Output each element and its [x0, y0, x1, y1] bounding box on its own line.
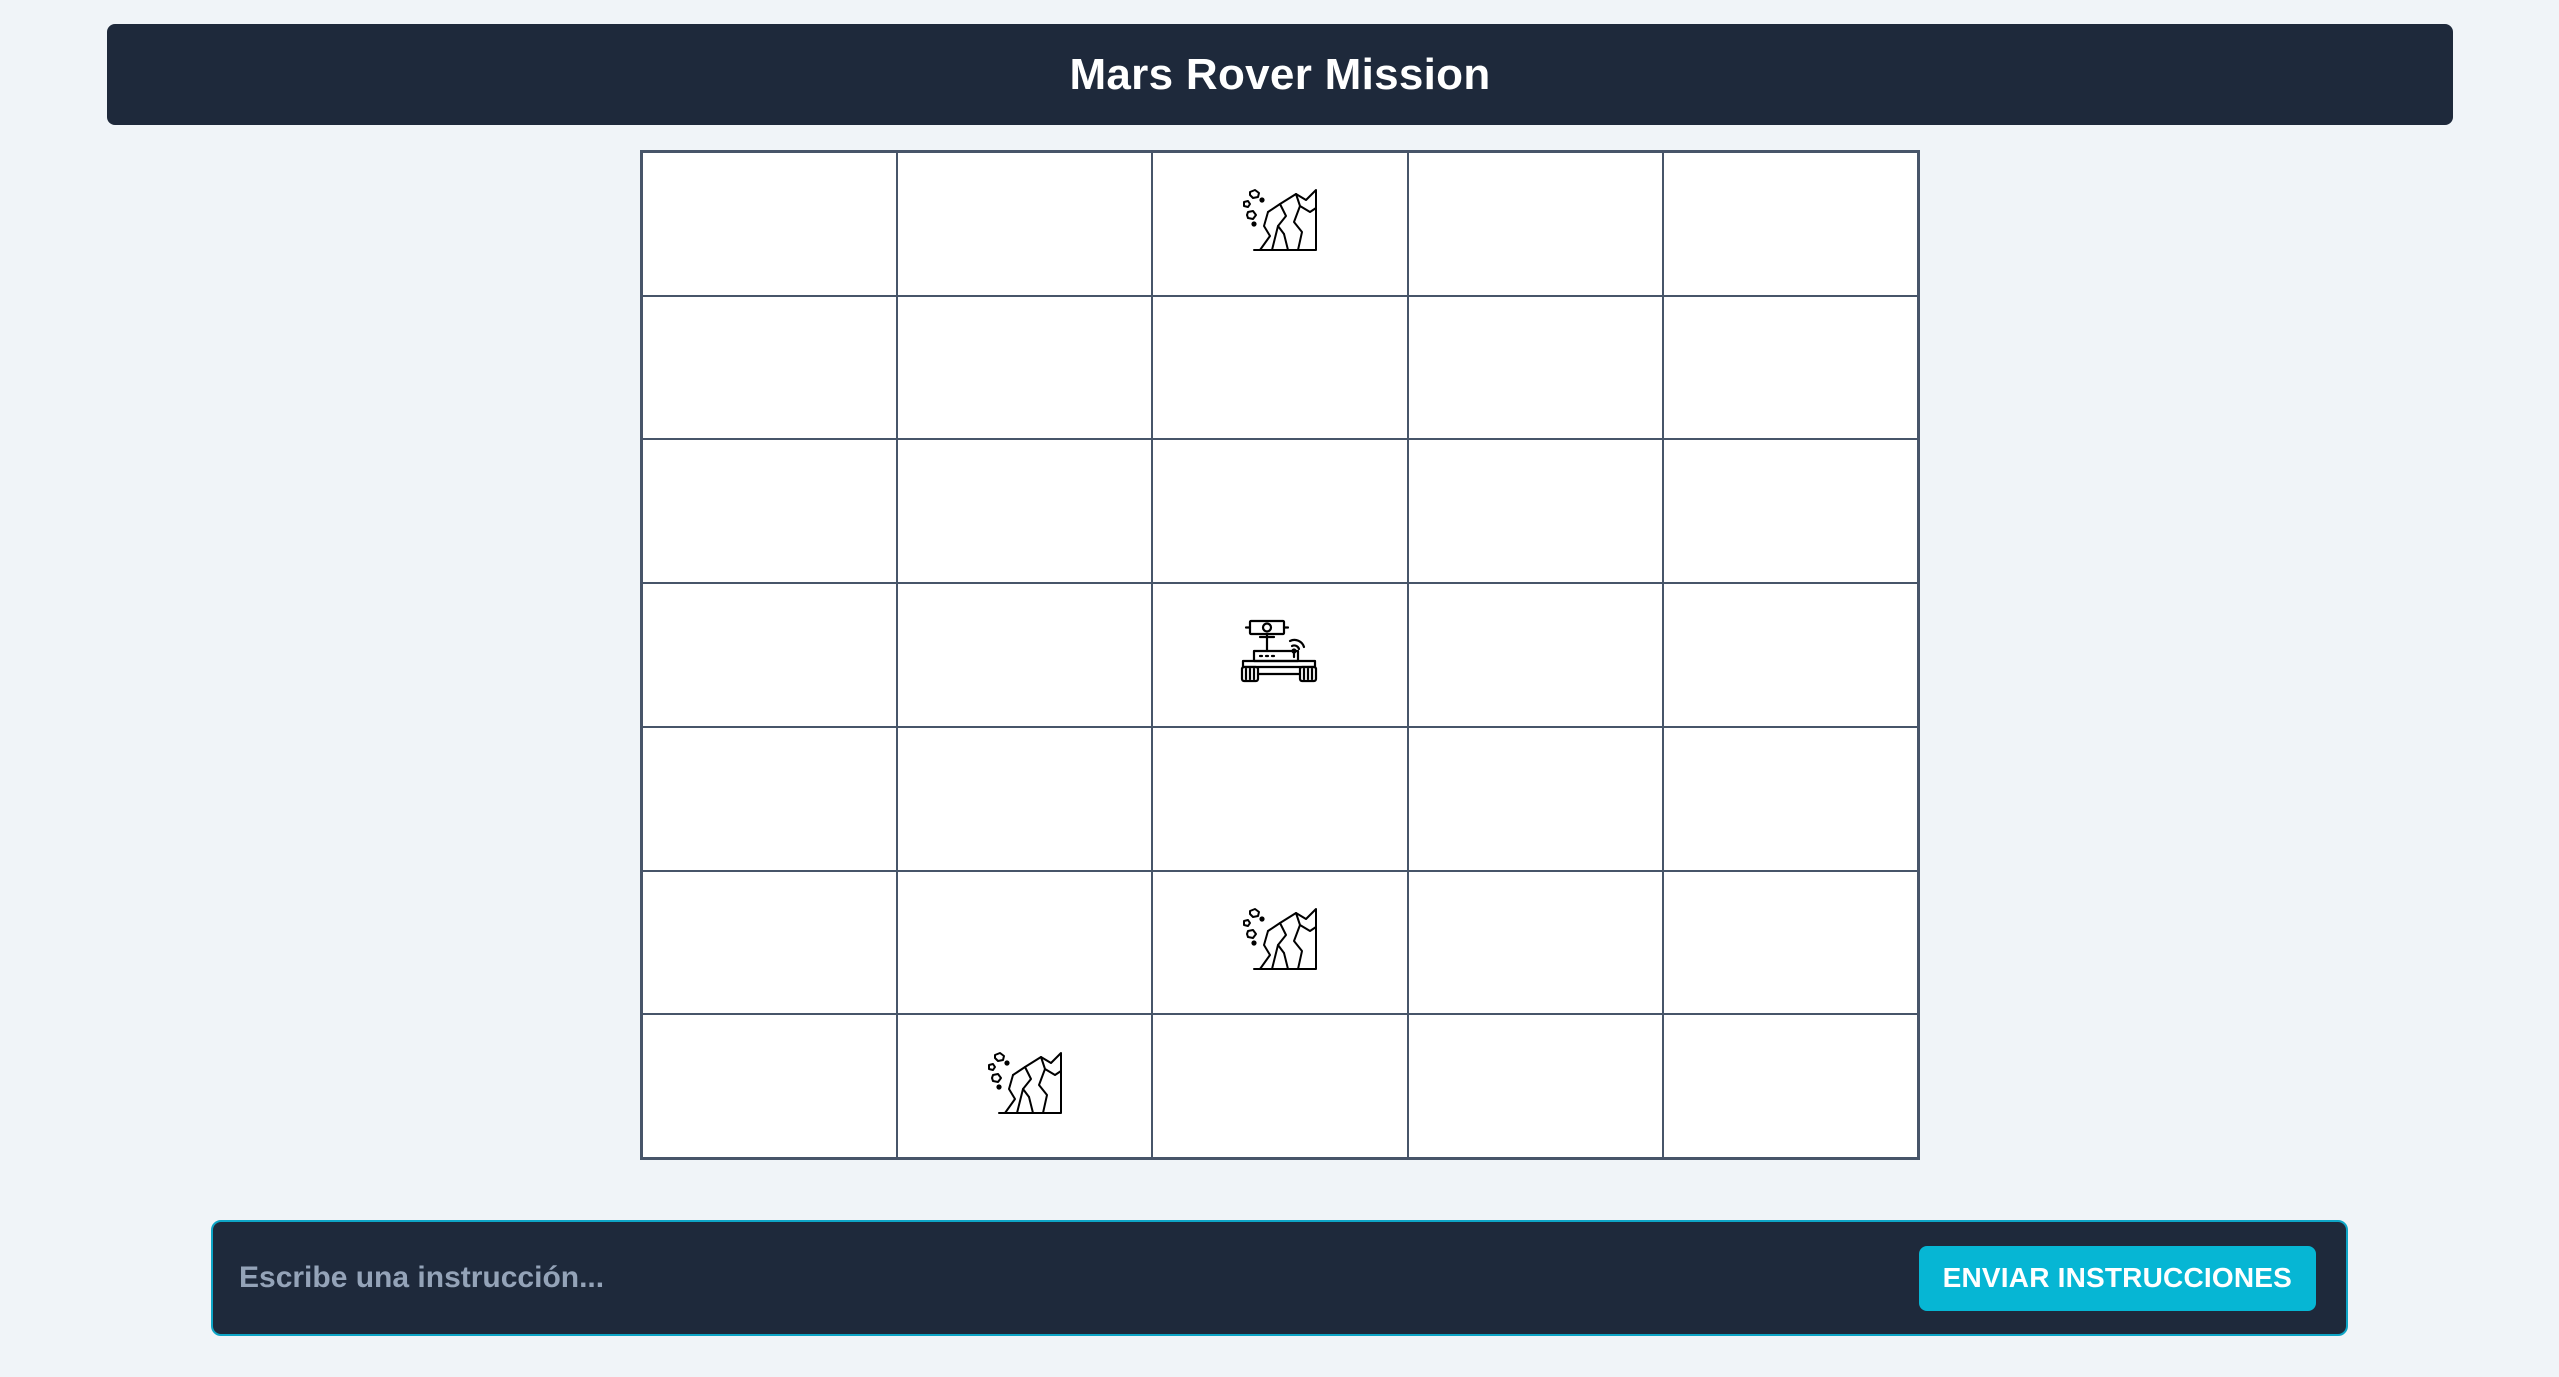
grid-cell-r0-c4 — [1662, 152, 1918, 296]
grid-cell-r1-c4 — [1662, 295, 1918, 440]
grid-cell-r4-c3 — [1407, 726, 1663, 871]
grid-cell-r3-c0 — [642, 583, 898, 727]
grid-cell-r1-c1 — [897, 295, 1153, 440]
grid-cell-r3-c1 — [897, 583, 1153, 727]
grid-cell-r1-c0 — [642, 295, 898, 440]
grid-cell-r0-c3 — [1407, 152, 1663, 296]
grid-cell-r2-c2 — [1152, 439, 1408, 584]
grid-cell-r5-c1 — [897, 870, 1153, 1015]
grid-cell-r2-c4 — [1662, 439, 1918, 584]
grid-cell-r5-c4 — [1662, 870, 1918, 1015]
rover-icon — [1240, 617, 1320, 692]
grid-cell-r6-c4 — [1662, 1014, 1918, 1158]
grid-cell-r6-c3 — [1407, 1014, 1663, 1158]
grid-cell-r3-c4 — [1662, 583, 1918, 727]
rock-obstacle-icon — [1240, 186, 1320, 261]
grid-cell-r4-c1 — [897, 726, 1153, 871]
grid-cell-r3-c2 — [1152, 583, 1408, 727]
app-header: Mars Rover Mission — [107, 24, 2453, 125]
grid-cell-r5-c0 — [642, 870, 898, 1015]
grid-cell-r0-c0 — [642, 152, 898, 296]
send-instructions-button[interactable]: ENVIAR INSTRUCCIONES — [1918, 1245, 2316, 1311]
grid-cell-r4-c0 — [642, 726, 898, 871]
grid-cell-r5-c2 — [1152, 870, 1408, 1015]
rock-obstacle-icon — [1240, 905, 1320, 980]
mars-grid — [640, 150, 1920, 1160]
grid-cell-r6-c2 — [1152, 1014, 1408, 1158]
page-title: Mars Rover Mission — [1069, 49, 1491, 99]
grid-cell-r2-c0 — [642, 439, 898, 584]
grid-cell-r5-c3 — [1407, 870, 1663, 1015]
grid-cell-r6-c1 — [897, 1014, 1153, 1158]
grid-cell-r3-c3 — [1407, 583, 1663, 727]
grid-cell-r4-c2 — [1152, 726, 1408, 871]
grid-cell-r4-c4 — [1662, 726, 1918, 871]
grid-cell-r6-c0 — [642, 1014, 898, 1158]
grid-cell-r0-c1 — [897, 152, 1153, 296]
grid-cell-r2-c1 — [897, 439, 1153, 584]
grid-cell-r0-c2 — [1152, 152, 1408, 296]
grid-cell-r1-c3 — [1407, 295, 1663, 440]
instruction-input[interactable] — [237, 1247, 1919, 1309]
rock-obstacle-icon — [985, 1049, 1065, 1124]
grid-cell-r1-c2 — [1152, 295, 1408, 440]
grid-cell-r2-c3 — [1407, 439, 1663, 584]
command-bar: ENVIAR INSTRUCCIONES — [211, 1220, 2348, 1336]
